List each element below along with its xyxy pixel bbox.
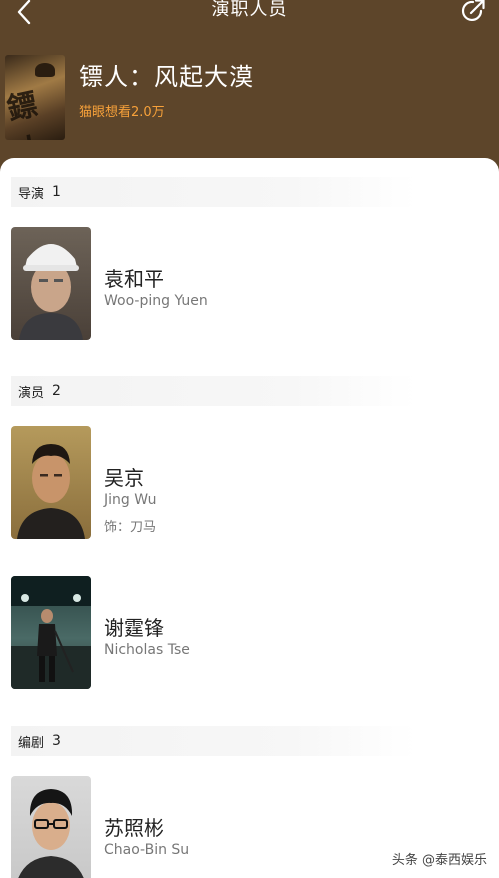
- credits-list: 导演 1 袁和平 Woo-ping Yuen 演员 2 吴京 Jing Wu 饰…: [0, 158, 499, 878]
- person-role: 饰：刀马: [104, 520, 157, 535]
- portrait-art: [11, 576, 91, 689]
- person-name: 苏照彬: [104, 816, 164, 840]
- person-item[interactable]: 吴京 Jing Wu 饰：刀马: [11, 426, 481, 539]
- page-title: 演职人员: [211, 0, 288, 20]
- person-item[interactable]: 谢霆锋 Nicholas Tse: [11, 576, 481, 689]
- portrait-art: [17, 444, 85, 539]
- movie-title: 镖人：风起大漠: [79, 63, 254, 91]
- section-label: 导演: [18, 186, 45, 202]
- portrait-art: [19, 244, 83, 340]
- cast-crew-page: 演职人员 鏢人 镖人：风起大漠 猫眼想看2.0万 导演 1 袁和平 Woo-pi…: [0, 0, 499, 878]
- section-count: 2: [52, 383, 61, 399]
- person-photo[interactable]: [11, 576, 91, 689]
- poster-title-art: 鏢人: [5, 87, 50, 140]
- section-count: 1: [52, 184, 61, 200]
- person-photo[interactable]: [11, 426, 91, 539]
- section-label: 演员: [18, 385, 45, 401]
- person-name: 吴京: [104, 466, 144, 490]
- section-header-director: 导演 1: [11, 177, 416, 207]
- section-count: 3: [52, 733, 61, 749]
- section-header-writers: 编剧 3: [11, 726, 416, 756]
- movie-poster[interactable]: 鏢人: [5, 55, 65, 140]
- watermark: 头条 @泰西娱乐: [391, 853, 487, 868]
- share-icon: [461, 0, 485, 22]
- movie-info[interactable]: 鏢人 镖人：风起大漠 猫眼想看2.0万: [5, 55, 485, 140]
- person-name: 谢霆锋: [104, 616, 164, 640]
- section-header-actors: 演员 2: [11, 376, 416, 406]
- person-item[interactable]: 袁和平 Woo-ping Yuen: [11, 227, 481, 340]
- person-photo[interactable]: [11, 776, 91, 878]
- person-english-name: Jing Wu: [104, 492, 157, 508]
- portrait-art: [18, 789, 84, 878]
- person-english-name: Nicholas Tse: [104, 642, 190, 658]
- nav-bar: 演职人员: [0, 0, 499, 25]
- person-name: 袁和平: [104, 267, 164, 291]
- person-english-name: Chao-Bin Su: [104, 842, 190, 858]
- section-label: 编剧: [18, 735, 45, 751]
- header: 演职人员 鏢人 镖人：风起大漠 猫眼想看2.0万: [0, 0, 499, 160]
- share-button[interactable]: [459, 0, 487, 25]
- person-english-name: Woo-ping Yuen: [104, 293, 208, 309]
- want-count: 猫眼想看2.0万: [79, 105, 165, 120]
- person-photo[interactable]: [11, 227, 91, 340]
